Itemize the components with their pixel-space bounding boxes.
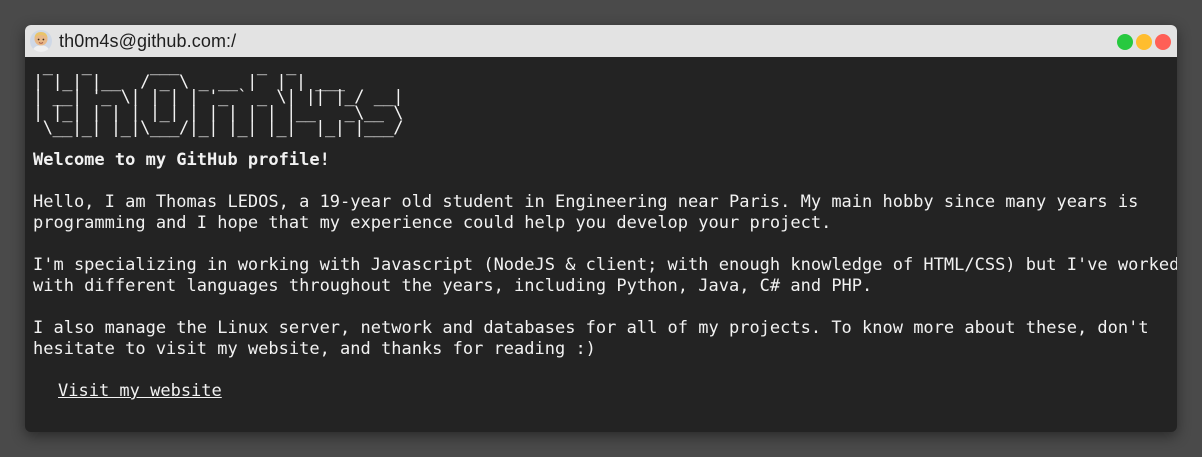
window-controls	[1117, 34, 1171, 50]
skills-paragraph: I'm specializing in working with Javascr…	[33, 255, 1177, 296]
intro-paragraph: Hello, I am Thomas LEDOS, a 19-year old …	[33, 192, 1139, 233]
window-title: th0m4s@github.com:/	[59, 30, 237, 51]
website-link-row: Visit my website	[33, 381, 1177, 402]
projects-paragraph: I also manage the Linux server, network …	[33, 318, 1149, 359]
title-bar[interactable]: th0m4s@github.com:/	[25, 25, 1177, 57]
close-button[interactable]	[1155, 34, 1171, 50]
terminal-window: th0m4s@github.com:/ _ _ ___ _ _ | |_| |_…	[25, 25, 1177, 432]
user-avatar-icon	[30, 30, 52, 52]
visit-website-link[interactable]: Visit my website	[58, 381, 222, 401]
terminal-body: _ _ ___ _ _ | |_| |__ / _ \ _ __ | | | _…	[25, 57, 1177, 402]
welcome-heading: Welcome to my GitHub profile!	[33, 150, 330, 170]
maximize-button[interactable]	[1117, 34, 1133, 50]
minimize-button[interactable]	[1136, 34, 1152, 50]
ascii-art-banner: _ _ ___ _ _ | |_| |__ / _ \ _ __ | | | _…	[33, 59, 403, 138]
